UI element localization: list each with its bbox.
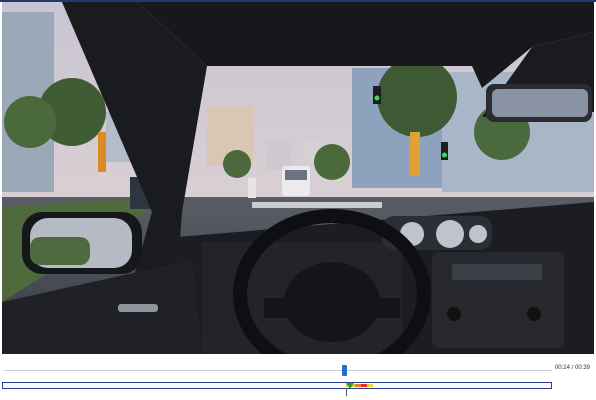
- player-controls: 00:24 / 00:39: [0, 356, 596, 400]
- total-time: 00:39: [574, 365, 590, 371]
- hazard-timeline[interactable]: [2, 382, 552, 389]
- timeline-segment-warning-end: [367, 384, 373, 387]
- seek-bar[interactable]: [4, 370, 552, 371]
- current-time: 00:24: [554, 365, 570, 371]
- playhead-icon[interactable]: [342, 365, 347, 376]
- video-frame[interactable]: [2, 2, 594, 354]
- driving-scene: [2, 2, 594, 354]
- time-display: 00:24 / 00:39: [555, 365, 590, 371]
- flag-marker-icon[interactable]: [346, 383, 354, 389]
- marker-stem: [346, 388, 347, 396]
